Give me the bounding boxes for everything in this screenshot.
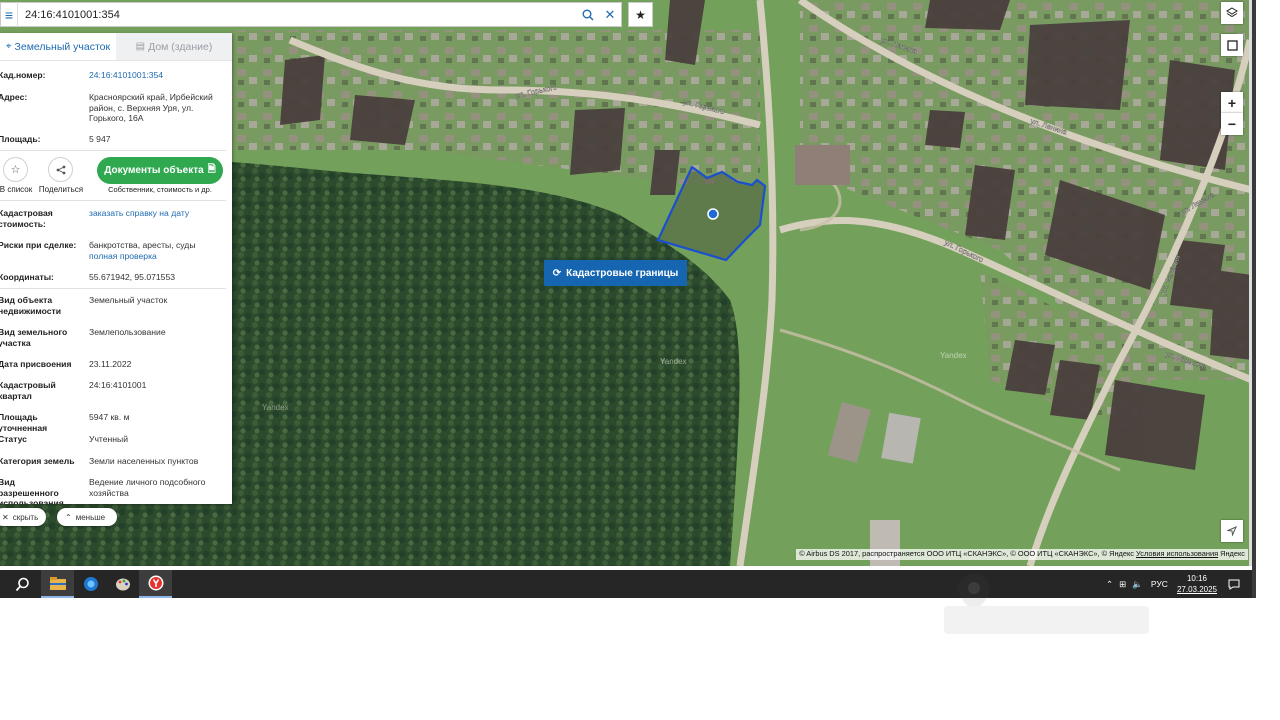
less-label: меньше <box>75 512 106 522</box>
less-button[interactable]: ⌃ меньше <box>57 508 117 526</box>
ruler-button[interactable] <box>1221 34 1243 56</box>
satellite-map[interactable]: Yandex Yandex Yandex ул. Горького ул. Го… <box>0 0 1252 566</box>
field-value: Землепользование <box>89 327 166 337</box>
docs-caption: Собственник, стоимость и др. <box>108 185 212 194</box>
share-button[interactable] <box>48 157 73 182</box>
geolocation-button[interactable] <box>1221 520 1243 542</box>
field-label: Адрес: <box>0 92 28 102</box>
field-value: 5947 кв. м <box>89 412 130 422</box>
yandex-brand: Яндекс <box>1220 549 1245 558</box>
zoom-out-button[interactable]: − <box>1221 113 1243 135</box>
cadastral-label: Кадастровые границы <box>566 267 679 279</box>
share-icon <box>56 165 65 174</box>
svg-text:Yandex: Yandex <box>940 351 967 360</box>
file-explorer-button[interactable] <box>41 570 74 598</box>
field-label: Вид земельного участка <box>0 327 68 348</box>
search-icon[interactable] <box>577 2 599 27</box>
pin-icon: ⌖ <box>5 41 12 52</box>
hide-label: скрыть <box>12 512 39 522</box>
full-check-link[interactable]: полная проверка <box>89 251 223 262</box>
field-label: Кадастровый квартал <box>0 380 56 401</box>
field-value: Земли населенных пунктов <box>89 456 199 466</box>
divider <box>0 288 226 289</box>
field-label: Площадь: <box>0 134 41 144</box>
panel-tabs: ⌖ Земельный участок ▤ Дом (здание) <box>0 33 232 61</box>
close-icon: ✕ <box>2 512 9 522</box>
tab-label: Дом (здание) <box>148 40 213 53</box>
search-taskbar-button[interactable] <box>6 570 39 598</box>
svg-text:Yandex: Yandex <box>262 403 289 412</box>
order-certificate-link[interactable]: заказать справку на дату <box>89 208 223 219</box>
watermark-logo <box>944 574 1149 634</box>
search-input[interactable]: 24:16:4101001:354 <box>18 9 577 21</box>
area-value: 5 947 <box>89 134 111 144</box>
ruler-icon <box>1226 39 1238 51</box>
risks-text: банкротства, аресты, суды <box>89 240 196 250</box>
field-label: Вид разрешенного использования <box>0 477 64 504</box>
coords-value: 55.671942, 95.071553 <box>89 272 176 282</box>
chevron-up-icon: ⌃ <box>65 512 72 522</box>
risks-value: банкротства, аресты, суды полная проверк… <box>89 240 223 261</box>
notification-icon <box>1228 579 1240 590</box>
document-icon: 🗎 <box>207 164 216 175</box>
layers-icon <box>1226 7 1238 18</box>
search-icon <box>15 577 29 591</box>
map-attribution: © Airbus DS 2017, распространяется ООО И… <box>796 549 1248 560</box>
divider <box>0 150 226 151</box>
field-label: Вид объекта недвижимости <box>0 295 62 316</box>
field-label: Кад.номер: <box>0 70 46 80</box>
refresh-icon: ⟳ <box>552 267 562 279</box>
cadastral-boundaries-button[interactable]: ⟳ Кадастровые границы <box>544 260 687 286</box>
field-label: Риски при сделке: <box>0 240 77 250</box>
layers-button[interactable] <box>1221 2 1243 24</box>
field-label: Координаты: <box>0 272 54 282</box>
clear-icon[interactable]: ✕ <box>599 2 621 27</box>
field-value: 24:16:4101001 <box>89 380 147 390</box>
field-value: Ведение личного подсобного хозяйства <box>89 477 206 498</box>
add-to-list-button[interactable]: ☆ <box>3 157 28 182</box>
svg-text:Yandex: Yandex <box>660 357 687 366</box>
favorite-star-button[interactable]: ★ <box>628 2 653 27</box>
search-bar: ≡ 24:16:4101001:354 ✕ <box>0 2 622 27</box>
add-to-list-caption: В список <box>0 185 33 194</box>
browser-icon <box>83 577 98 591</box>
building-icon: ▤ <box>135 41 146 52</box>
docs-button-label: Документы объекта <box>104 165 204 176</box>
cad-number-link[interactable]: 24:16:4101001:354 <box>89 70 223 81</box>
field-label: Дата присвоения <box>0 359 72 369</box>
star-outline-icon: ☆ <box>10 164 21 176</box>
field-value: Земельный участок <box>89 295 168 305</box>
notifications-button[interactable] <box>1226 570 1242 598</box>
browser-button[interactable] <box>74 570 107 598</box>
field-label: Площадь уточненная <box>0 412 48 433</box>
field-label: Кадастровая стоимость: <box>0 208 53 229</box>
navigation-arrow-icon <box>1227 526 1237 536</box>
paint-app-button[interactable] <box>106 570 139 598</box>
yandex-browser-button[interactable] <box>139 570 172 598</box>
tab-building[interactable]: ▤ Дом (здание) <box>116 33 232 60</box>
address-value: Красноярский край, Ирбейский район, с. В… <box>89 92 213 123</box>
palette-icon <box>115 578 130 591</box>
attribution-text: © Airbus DS 2017, распространяется ООО И… <box>799 549 1134 558</box>
zoom-in-button[interactable]: + <box>1221 92 1243 114</box>
yandex-browser-icon <box>148 575 163 591</box>
divider <box>0 200 226 201</box>
tab-label: Земельный участок <box>14 40 111 53</box>
terms-link[interactable]: Условия использования <box>1136 549 1218 558</box>
hide-panel-button[interactable]: ✕ скрыть <box>0 508 46 526</box>
share-caption: Поделиться <box>38 185 84 194</box>
field-label: Статус <box>0 434 27 444</box>
field-value: Учтенный <box>89 434 129 444</box>
object-info-panel: ⌖ Земельный участок ▤ Дом (здание) Кад.н… <box>0 33 232 504</box>
tab-land-plot[interactable]: ⌖ Земельный участок <box>0 33 116 60</box>
field-value: 23.11.2022 <box>89 359 132 369</box>
object-documents-button[interactable]: Документы объекта 🗎 <box>97 157 223 184</box>
field-label: Категория земель <box>0 456 75 466</box>
menu-icon[interactable]: ≡ <box>1 2 18 27</box>
window-edge <box>1252 0 1256 598</box>
folder-icon <box>49 576 66 590</box>
